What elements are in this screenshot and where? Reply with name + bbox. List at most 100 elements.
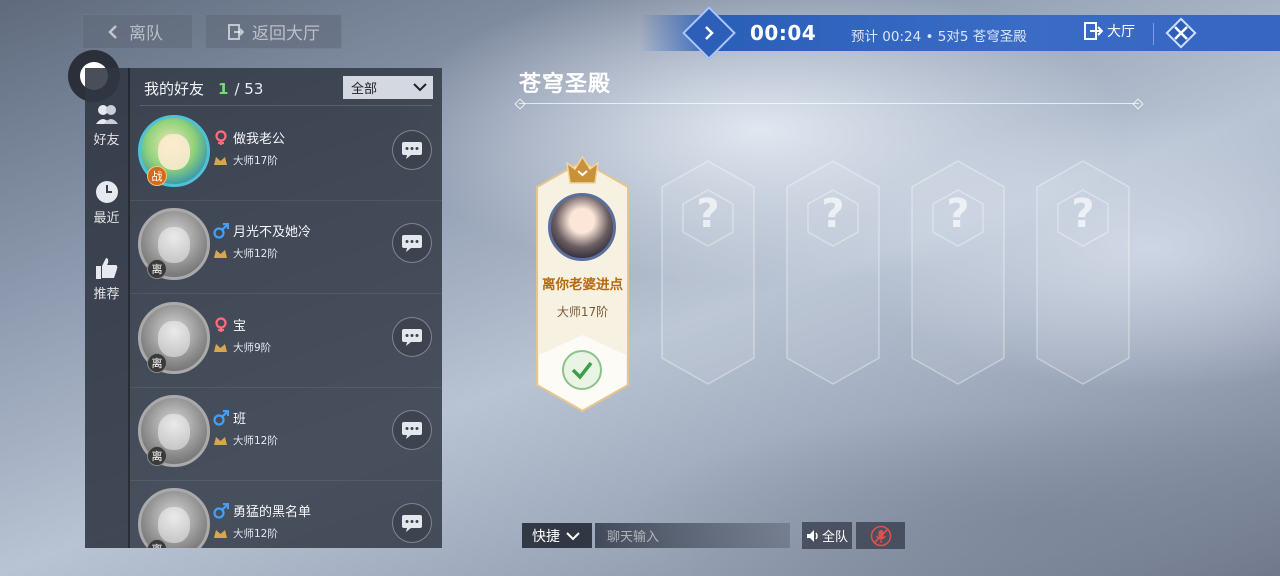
friend-row[interactable]: 离 月光不及她冷 大师12阶 bbox=[130, 201, 442, 294]
ready-status bbox=[562, 350, 602, 390]
female-icon bbox=[215, 130, 227, 145]
chat-bubble-icon bbox=[402, 142, 422, 159]
empty-slot-4[interactable]: ? bbox=[911, 160, 1005, 385]
avatar: 离 bbox=[138, 488, 210, 548]
status-badge: 离 bbox=[147, 259, 167, 279]
male-icon bbox=[213, 503, 229, 519]
status-badge: 战 bbox=[147, 166, 167, 186]
tab-friends[interactable]: 好友 bbox=[85, 104, 128, 148]
friends-title: 我的好友 bbox=[144, 80, 205, 98]
chevron-down-icon bbox=[413, 83, 427, 92]
unknown-player-icon: ? bbox=[946, 191, 970, 237]
friend-rank: 大师9阶 bbox=[233, 342, 272, 354]
chevron-down-icon bbox=[566, 531, 580, 540]
tab-recent-label: 最近 bbox=[93, 211, 120, 226]
player-avatar bbox=[548, 193, 616, 261]
quick-chat-select[interactable]: 快捷 bbox=[522, 523, 592, 548]
friends-side-tabs: 好友 最近 推荐 bbox=[85, 68, 128, 548]
player-rank: 大师17阶 bbox=[556, 305, 609, 319]
friends-total-count: / 53 bbox=[234, 79, 264, 98]
team-voice-label: 全队 bbox=[821, 530, 848, 545]
exit-icon bbox=[228, 23, 244, 40]
chat-button[interactable] bbox=[392, 410, 432, 450]
avatar: 离 bbox=[138, 395, 210, 467]
thumbs-up-icon bbox=[95, 258, 117, 279]
arrow-right-icon bbox=[705, 26, 714, 40]
leave-team-label: 离队 bbox=[129, 24, 163, 44]
match-timer: 00:04 bbox=[750, 21, 817, 45]
avatar: 离 bbox=[138, 208, 210, 280]
friends-filter-value: 全部 bbox=[351, 82, 378, 97]
team-leader-crown-icon bbox=[565, 155, 600, 184]
friend-name: 做我老公 bbox=[233, 132, 286, 147]
status-badge: 离 bbox=[147, 446, 167, 466]
clock-icon bbox=[95, 181, 118, 203]
unknown-player-icon: ? bbox=[1071, 191, 1095, 237]
close-icon bbox=[1174, 26, 1188, 40]
mic-muted-icon bbox=[870, 525, 891, 546]
chat-button[interactable] bbox=[392, 503, 432, 543]
chat-bubble-icon bbox=[402, 422, 422, 439]
speaker-icon bbox=[806, 529, 818, 542]
friend-name: 月光不及她冷 bbox=[233, 225, 312, 240]
quick-chat-label: 快捷 bbox=[532, 528, 560, 545]
friend-name: 勇猛的黑名单 bbox=[233, 505, 312, 520]
friend-row[interactable]: 离 勇猛的黑名单 大师12阶 bbox=[130, 481, 442, 548]
chat-input-placeholder: 聊天输入 bbox=[607, 530, 660, 545]
team-voice-button[interactable]: 全队 bbox=[802, 522, 852, 549]
player-slot-1[interactable]: 离你老婆进点 大师17阶 bbox=[536, 155, 629, 413]
master-rank-icon bbox=[214, 344, 227, 352]
mic-toggle-button[interactable] bbox=[856, 522, 905, 549]
lobby-button[interactable]: 大厅 bbox=[1083, 21, 1135, 41]
chevron-left-icon bbox=[108, 24, 117, 39]
return-lobby-label: 返回大厅 bbox=[252, 24, 320, 44]
friend-rank: 大师12阶 bbox=[233, 435, 278, 447]
room-title: 苍穹圣殿 bbox=[519, 72, 612, 97]
lobby-label: 大厅 bbox=[1107, 24, 1135, 40]
chat-button[interactable] bbox=[392, 317, 432, 357]
empty-slot-5[interactable]: ? bbox=[1036, 160, 1130, 385]
friends-filter-select[interactable]: 全部 bbox=[343, 76, 433, 99]
tab-friends-label: 好友 bbox=[93, 133, 120, 148]
master-rank-icon bbox=[214, 437, 227, 445]
master-rank-icon bbox=[214, 250, 227, 258]
check-icon bbox=[571, 361, 593, 380]
avatar: 离 bbox=[138, 302, 210, 374]
chat-button[interactable] bbox=[392, 130, 432, 170]
friends-online-count: 1 bbox=[218, 79, 229, 98]
friends-icon bbox=[95, 105, 118, 124]
friend-rank: 大师12阶 bbox=[233, 528, 278, 540]
friend-row[interactable]: 战 做我老公 大师17阶 bbox=[130, 108, 442, 201]
friend-rank: 大师17阶 bbox=[233, 155, 278, 167]
empty-slot-2[interactable]: ? bbox=[661, 160, 755, 385]
empty-slot-3[interactable]: ? bbox=[786, 160, 880, 385]
friend-name: 班 bbox=[233, 412, 247, 427]
chat-bubble-icon bbox=[402, 235, 422, 252]
master-rank-icon bbox=[214, 157, 227, 165]
tab-recommend[interactable]: 推荐 bbox=[85, 256, 128, 302]
friend-row[interactable]: 离 班 大师12阶 bbox=[130, 388, 442, 481]
male-icon bbox=[213, 410, 229, 426]
chat-input[interactable]: 聊天输入 bbox=[595, 523, 790, 548]
leave-team-button[interactable]: 离队 bbox=[82, 14, 193, 49]
friends-divider bbox=[140, 105, 432, 106]
return-lobby-button[interactable]: 返回大厅 bbox=[205, 14, 342, 49]
female-icon bbox=[215, 317, 227, 332]
status-badge: 离 bbox=[147, 353, 167, 373]
chat-button[interactable] bbox=[392, 223, 432, 263]
exit-icon bbox=[1084, 22, 1103, 40]
avatar: 战 bbox=[138, 115, 210, 187]
friend-rank: 大师12阶 bbox=[233, 248, 278, 260]
male-icon bbox=[213, 223, 229, 239]
unknown-player-icon: ? bbox=[821, 191, 845, 237]
unknown-player-icon: ? bbox=[696, 191, 720, 237]
tab-recommend-label: 推荐 bbox=[93, 287, 120, 302]
bar-separator bbox=[1153, 23, 1154, 45]
chat-bubble-icon bbox=[402, 329, 422, 346]
match-estimate: 预计 00:24 • 5对5 苍穹圣殿 bbox=[851, 29, 1027, 45]
tab-recent[interactable]: 最近 bbox=[85, 180, 128, 226]
friends-header: 我的好友 1 / 53 bbox=[144, 78, 263, 99]
chat-bubble-icon bbox=[402, 515, 422, 532]
friend-row[interactable]: 离 宝 大师9阶 bbox=[130, 295, 442, 388]
player-name: 离你老婆进点 bbox=[542, 277, 623, 293]
